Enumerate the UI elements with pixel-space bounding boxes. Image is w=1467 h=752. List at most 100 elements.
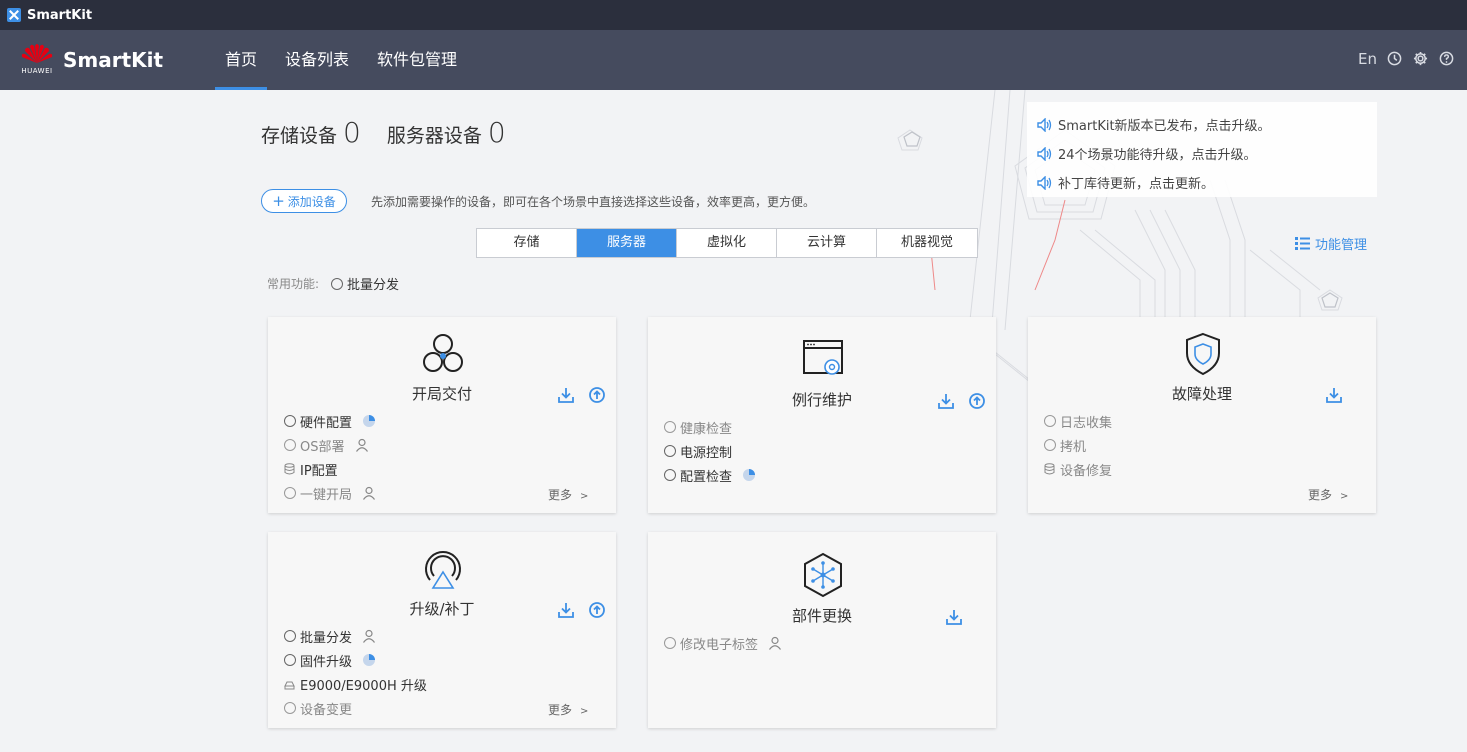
more-link[interactable]: 更多 > bbox=[548, 701, 588, 718]
list-item[interactable]: 拷机 bbox=[1044, 433, 1112, 457]
list-item[interactable]: E9000/E9000H 升级 bbox=[284, 672, 427, 696]
window-gear-icon bbox=[803, 340, 843, 375]
list-item[interactable]: OS部署 bbox=[284, 433, 376, 457]
huawei-flower-icon bbox=[21, 44, 53, 63]
tab-server[interactable]: 服务器 bbox=[577, 229, 677, 257]
user-icon bbox=[355, 438, 368, 452]
chassis-icon bbox=[284, 681, 295, 690]
notice-patch-update[interactable]: 补丁库待更新，点击更新。 bbox=[1037, 168, 1367, 197]
download-icon[interactable] bbox=[938, 393, 954, 409]
more-link[interactable]: 更多 > bbox=[1308, 486, 1348, 503]
download-icon[interactable] bbox=[558, 602, 574, 618]
download-icon[interactable] bbox=[558, 387, 574, 403]
function-management-link[interactable]: 功能管理 bbox=[1295, 234, 1367, 253]
common-batch-distribute[interactable]: 批量分发 bbox=[331, 274, 399, 293]
header-tools: En bbox=[1349, 50, 1455, 68]
tab-machine-vision[interactable]: 机器视觉 bbox=[877, 229, 977, 257]
radio-icon bbox=[284, 702, 296, 714]
download-icon[interactable] bbox=[1326, 387, 1342, 403]
download-icon[interactable] bbox=[946, 609, 962, 625]
upgrade-icon[interactable] bbox=[589, 387, 605, 403]
item-label: 一键开局 bbox=[300, 487, 353, 503]
item-label: 硬件配置 bbox=[300, 415, 353, 431]
progress-pie-icon bbox=[743, 469, 756, 481]
nav-device-list[interactable]: 设备列表 bbox=[275, 30, 359, 90]
card-deployment: 开局交付 硬件配置 OS部署 IP配置 一键开局 更多 > bbox=[268, 317, 616, 513]
nav-home[interactable]: 首页 bbox=[215, 30, 268, 90]
card-part-replacement: 部件更换 修改电子标签 bbox=[648, 532, 996, 728]
add-device-label: 添加设备 bbox=[287, 194, 336, 209]
tab-cloud-computing[interactable]: 云计算 bbox=[777, 229, 877, 257]
radio-icon bbox=[664, 445, 676, 457]
more-label: 更多 bbox=[1308, 488, 1333, 502]
smartkit-app-icon bbox=[7, 8, 21, 22]
item-label: OS部署 bbox=[300, 439, 345, 455]
card-troubleshooting: 故障处理 日志收集 拷机 设备修复 更多 > bbox=[1028, 317, 1376, 513]
card-items: 硬件配置 OS部署 IP配置 一键开局 bbox=[284, 409, 376, 505]
list-item[interactable]: 固件升级 bbox=[284, 648, 427, 672]
radio-icon bbox=[331, 277, 344, 290]
speaker-icon bbox=[1037, 117, 1052, 132]
card-upgrade-patch: 升级/补丁 批量分发 固件升级 E9000/E9000H 升级 设备变更 更多 > bbox=[268, 532, 616, 728]
notice-scene-upgrade[interactable]: 24个场景功能待升级，点击升级。 bbox=[1037, 139, 1367, 168]
list-item[interactable]: 电源控制 bbox=[664, 439, 756, 463]
chevron-right-icon: > bbox=[580, 706, 589, 717]
huawei-logo: HUAWEI bbox=[18, 42, 56, 78]
database-icon bbox=[1044, 463, 1055, 475]
notice-text: 补丁库待更新，点击更新。 bbox=[1058, 177, 1215, 192]
notice-new-version[interactable]: SmartKit新版本已发布，点击升级。 bbox=[1037, 110, 1367, 139]
list-item[interactable]: 设备修复 bbox=[1044, 457, 1112, 481]
list-item[interactable]: 配置检查 bbox=[664, 463, 756, 487]
settings-gear-icon[interactable] bbox=[1412, 50, 1429, 67]
add-device-button[interactable]: + 添加设备 bbox=[261, 189, 347, 213]
upgrade-icon[interactable] bbox=[589, 602, 605, 618]
server-device-count: 0 bbox=[487, 116, 506, 149]
database-icon bbox=[284, 463, 295, 475]
tab-storage[interactable]: 存储 bbox=[477, 229, 577, 257]
nav-package-management[interactable]: 软件包管理 bbox=[367, 30, 467, 90]
radio-icon bbox=[284, 415, 296, 427]
radio-icon bbox=[664, 421, 676, 433]
progress-pie-icon bbox=[363, 654, 376, 666]
function-management-label: 功能管理 bbox=[1315, 238, 1368, 253]
item-label: 拷机 bbox=[1060, 439, 1087, 455]
shield-icon bbox=[1186, 332, 1220, 376]
list-item[interactable]: 硬件配置 bbox=[284, 409, 376, 433]
user-icon bbox=[363, 486, 375, 500]
list-item[interactable]: 修改电子标签 bbox=[664, 631, 782, 655]
list-item[interactable]: 健康检查 bbox=[664, 415, 756, 439]
list-item[interactable]: 日志收集 bbox=[1044, 409, 1112, 433]
item-label: 日志收集 bbox=[1060, 415, 1113, 431]
radio-icon bbox=[284, 630, 296, 642]
storage-device-count: 0 bbox=[343, 116, 361, 149]
language-toggle[interactable]: En bbox=[1358, 50, 1377, 68]
list-icon bbox=[1295, 237, 1310, 250]
upgrade-icon[interactable] bbox=[969, 393, 985, 409]
category-tabs: 存储 服务器 虚拟化 云计算 机器视觉 bbox=[476, 228, 978, 258]
list-item[interactable]: 设备变更 bbox=[284, 696, 427, 720]
help-icon[interactable] bbox=[1438, 50, 1455, 67]
item-label: 修改电子标签 bbox=[680, 637, 759, 653]
component-hexagon-icon bbox=[804, 552, 842, 598]
list-item[interactable]: IP配置 bbox=[284, 457, 376, 481]
main-nav: 首页 设备列表 软件包管理 bbox=[215, 30, 475, 90]
list-item[interactable]: 一键开局 bbox=[284, 481, 376, 505]
huawei-wordmark: HUAWEI bbox=[21, 67, 53, 75]
card-items: 健康检查 电源控制 配置检查 bbox=[664, 415, 756, 487]
item-label: 健康检查 bbox=[680, 421, 733, 437]
item-label: 批量分发 bbox=[300, 630, 353, 646]
tab-virtualization[interactable]: 虚拟化 bbox=[677, 229, 777, 257]
speaker-icon bbox=[1037, 146, 1052, 161]
radio-icon bbox=[284, 439, 296, 451]
card-items: 批量分发 固件升级 E9000/E9000H 升级 设备变更 bbox=[284, 624, 427, 720]
radio-icon bbox=[664, 637, 676, 649]
list-item[interactable]: 批量分发 bbox=[284, 624, 427, 648]
app-name: SmartKit bbox=[63, 48, 164, 72]
storage-device-label: 存储设备 bbox=[261, 125, 338, 147]
item-label: IP配置 bbox=[300, 463, 338, 479]
history-icon[interactable] bbox=[1386, 50, 1403, 67]
item-label: 设备变更 bbox=[300, 702, 353, 718]
more-link[interactable]: 更多 > bbox=[548, 486, 588, 503]
radio-icon bbox=[1044, 415, 1056, 427]
user-icon bbox=[769, 636, 781, 650]
